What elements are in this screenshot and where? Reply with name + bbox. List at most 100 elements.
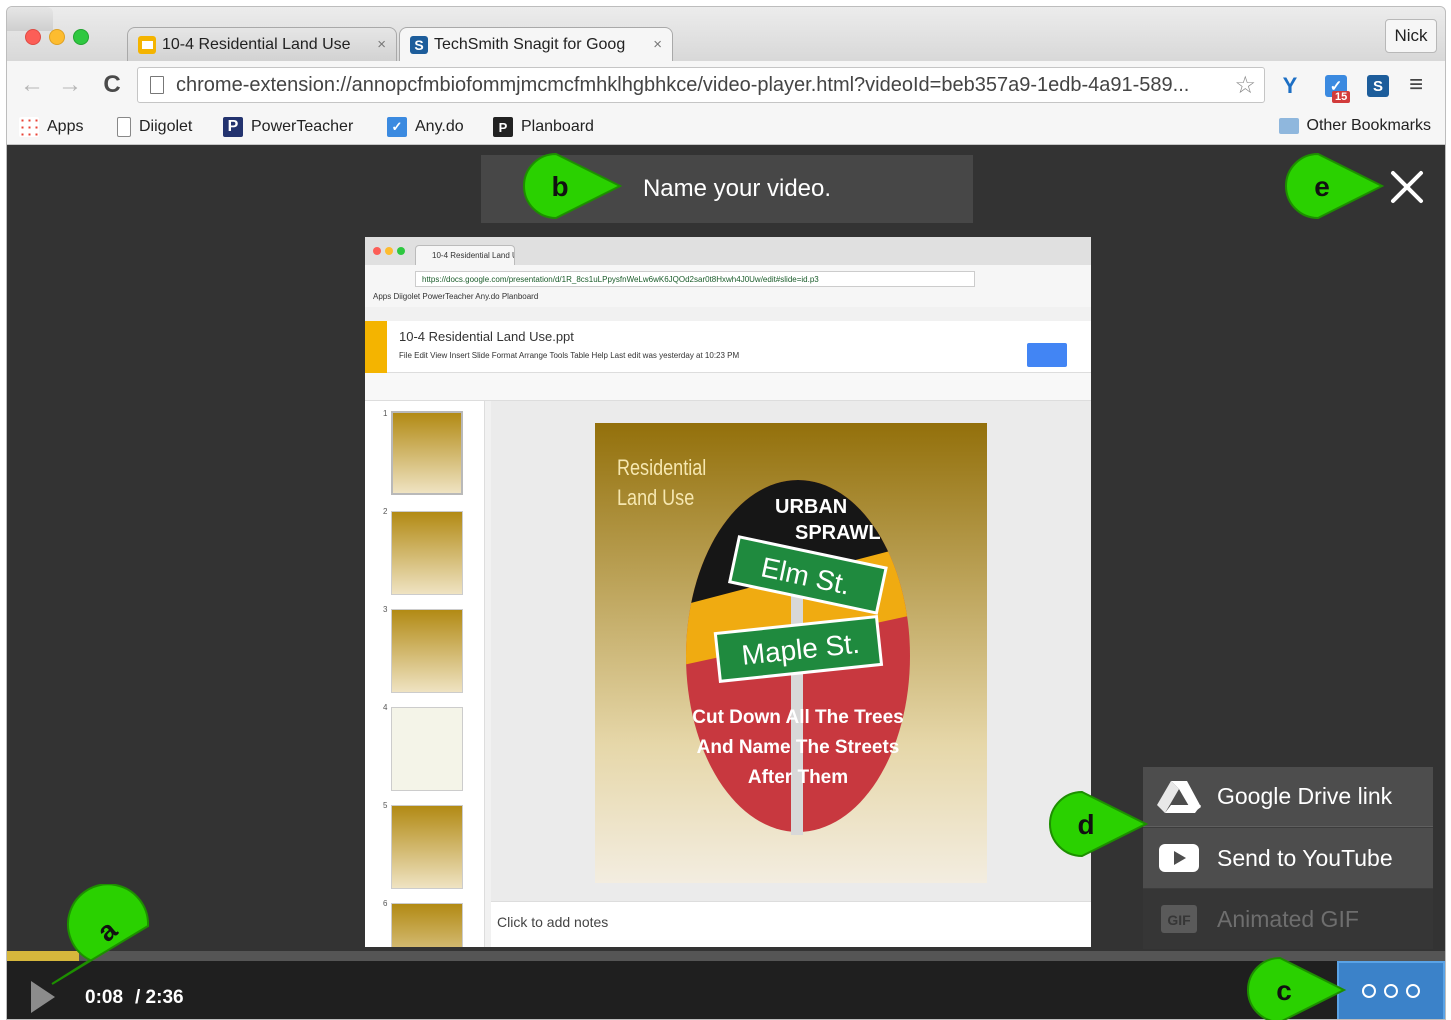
maximize-window-button[interactable] [73,29,89,45]
thumb-number: 1 [383,409,388,418]
close-window-button[interactable] [25,29,41,45]
video-toolbar: https://docs.google.com/presentation/d/1… [365,265,1091,307]
new-tab-button[interactable] [7,7,53,31]
thumb-number: 3 [383,605,388,614]
page-icon [150,76,164,94]
thumb-number: 6 [383,899,388,908]
slide-thumbnail [391,411,463,495]
slide-thumbnail [391,609,463,693]
share-item-label: Send to YouTube [1217,844,1393,871]
chrome-menu-icon[interactable]: ≡ [1409,71,1423,99]
more-options-button[interactable] [1337,961,1445,1019]
url-text[interactable]: chrome-extension://annopcfmbiofommjmcmcf… [176,74,1228,97]
video-bookmarks: Apps Diigolet PowerTeacher Any.do Planbo… [373,292,539,301]
video-title-bar[interactable]: Name your video. [481,155,973,223]
video-notes: Click to add notes [491,901,1091,947]
total-time: / 2:36 [135,987,184,1008]
progress-fill [7,951,79,961]
anydo-badge: 15 [1332,91,1351,103]
snagit-icon: S [410,35,428,54]
browser-window: 10-4 Residential Land Use × S TechSmith … [6,6,1446,1020]
page-icon [117,117,131,137]
bookmark-diigolet[interactable]: Diigolet [117,117,192,137]
video-doc-menu: File Edit View Insert Slide Format Arran… [399,351,740,360]
reload-icon[interactable]: C [99,71,125,99]
tab-strip: 10-4 Residential Land Use × S TechSmith … [7,7,1445,61]
video-tabbar: 10-4 Residential Land Us [365,237,1091,265]
mini-green-dot [397,247,405,255]
urban-sprawl-graphic: URBAN SPRAWL Elm St. Maple St. Cut Down … [686,480,910,835]
bookmark-label: Other Bookmarks [1306,117,1431,134]
bookmarks-bar: Apps Diigolet P PowerTeacher ✓ Any.do P … [7,109,1445,145]
bookmark-label: PowerTeacher [251,118,354,135]
thumb-number: 2 [383,507,388,516]
video-slide-canvas: Residential Land Use URBAN SPRAWL Elm St… [491,401,1091,901]
tab-close-icon[interactable]: × [377,36,386,53]
minimize-window-button[interactable] [49,29,65,45]
google-drive-icon [1157,780,1201,813]
graphic-text-line2: And Name The Streets [697,737,900,758]
share-item-label: Google Drive link [1217,783,1393,809]
profile-button[interactable]: Nick [1385,19,1437,53]
video-url: https://docs.google.com/presentation/d/1… [415,271,975,287]
slides-logo-icon [365,321,387,373]
back-arrow-icon[interactable]: ← [19,71,45,99]
video-tab: 10-4 Residential Land Us [415,245,515,265]
planboard-icon: P [493,117,513,137]
tab-title: TechSmith Snagit for Goog [434,35,626,53]
share-menu: Google Drive link Send to YouTube GIF An… [1143,767,1433,949]
slide-thumbnail [391,511,463,595]
tab-residential-land-use[interactable]: 10-4 Residential Land Use × [127,27,397,61]
mini-yellow-dot [385,247,393,255]
current-time: 0:08 [85,987,124,1008]
bookmark-star-icon[interactable]: ☆ [1234,71,1256,100]
animated-gif-item: GIF Animated GIF [1143,889,1433,949]
tab-close-icon[interactable]: × [653,36,662,53]
bookmark-label: Diigolet [139,118,193,135]
video-player: Name your video. 10-4 Residential Land U… [7,145,1445,1019]
thumb-number: 5 [383,801,388,810]
tab-snagit[interactable]: S TechSmith Snagit for Goog × [399,27,673,61]
extension-y-icon[interactable]: Y [1279,73,1301,98]
play-icon[interactable] [31,981,55,1013]
apps-grid-icon [19,117,39,137]
folder-icon [1278,118,1299,134]
gif-icon: GIF [1161,905,1197,933]
control-bar: 0:08 / 2:36 [7,961,1445,1019]
video-share-button [1027,343,1067,367]
close-icon[interactable] [1387,167,1427,207]
send-to-youtube-item[interactable]: Send to YouTube [1143,828,1433,888]
powerteacher-icon: P [223,117,243,137]
bookmark-apps[interactable]: Apps [19,117,83,137]
bookmark-planboard[interactable]: P Planboard [493,117,594,137]
graphic-text-sprawl: SPRAWL [795,522,881,544]
video-tool-row [365,373,1091,401]
google-drive-link-item[interactable]: Google Drive link [1143,767,1433,827]
other-bookmarks[interactable]: Other Bookmarks [1278,117,1431,135]
bookmark-anydo[interactable]: ✓ Any.do [387,117,464,137]
video-docs-header: 10-4 Residential Land Use.ppt File Edit … [365,321,1091,373]
bookmark-label: Planboard [521,118,594,135]
address-bar[interactable]: chrome-extension://annopcfmbiofommjmcmcf… [137,67,1265,103]
graphic-text-line3: After Them [748,767,848,788]
bookmark-powerteacher[interactable]: P PowerTeacher [223,117,353,137]
google-slides-icon [138,35,156,54]
tab-title: 10-4 Residential Land Use [162,35,351,53]
browser-toolbar: ← → C chrome-extension://annopcfmbiofomm… [7,61,1445,109]
slide-thumbnail [391,805,463,889]
forward-arrow-icon[interactable]: → [57,71,83,99]
video-title-input[interactable]: Name your video. [643,175,831,203]
slide-thumbnail [391,903,463,947]
snagit-extension-icon[interactable]: S [1367,75,1389,97]
thumb-number: 4 [383,703,388,712]
dot-icon [1406,984,1420,998]
video-doc-title: 10-4 Residential Land Use.ppt [399,329,574,344]
youtube-icon [1159,844,1199,872]
progress-bar[interactable] [7,951,1445,961]
video-filmstrip: 1 2 3 4 5 6 [365,401,485,947]
svg-text:GIF: GIF [1167,912,1191,928]
dot-icon [1362,984,1376,998]
slide-thumbnail [391,707,463,791]
bookmark-label: Apps [47,118,84,135]
video-frame[interactable]: 10-4 Residential Land Us https://docs.go… [365,237,1091,947]
